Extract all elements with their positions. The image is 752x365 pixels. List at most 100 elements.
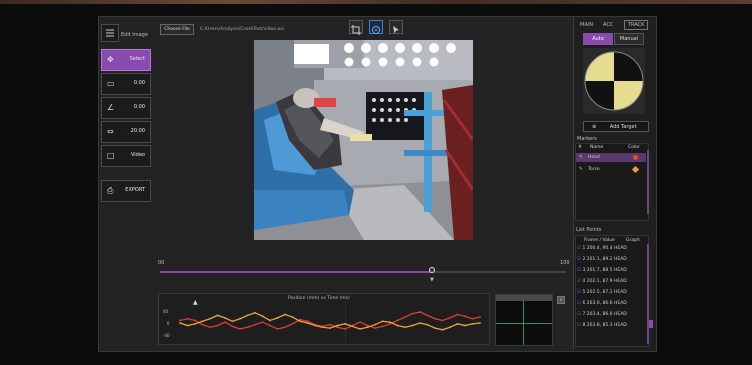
tab-acc[interactable]: ACC	[603, 22, 613, 28]
marker-color-swatch[interactable]	[633, 155, 638, 160]
graph-y-label-bottom: -40	[163, 333, 170, 338]
list-row-text: 5 202.5, 87.1 HEAD	[582, 290, 627, 295]
data-point	[261, 315, 264, 318]
data-point	[269, 319, 271, 322]
checkbox-icon[interactable]: ☑	[577, 279, 581, 284]
list-row[interactable]: ☑ 8 203.8, 85.3 HEAD	[577, 323, 645, 334]
data-point	[366, 326, 369, 329]
data-point	[464, 315, 466, 318]
list-row[interactable]: ☑ 3 201.7, 88.5 HEAD	[577, 268, 645, 279]
marker-color-swatch[interactable]	[631, 165, 640, 174]
ruler-icon: ▭	[107, 79, 115, 88]
data-point	[426, 314, 429, 317]
add-target-icon: ⊕	[592, 124, 597, 130]
marker-row[interactable]: ✎ Head	[576, 153, 646, 162]
checkbox-icon[interactable]: ☑	[577, 290, 581, 295]
data-point	[321, 326, 324, 329]
export-button[interactable]: ⎙ EXPORT	[101, 180, 151, 202]
list-row-text: 4 202.1, 87.9 HEAD	[582, 279, 627, 284]
data-point	[374, 327, 376, 329]
data-point	[441, 319, 444, 322]
checkbox-icon[interactable]: ☑	[577, 246, 581, 251]
data-point	[329, 327, 331, 329]
cursor-icon[interactable]	[389, 20, 403, 34]
timeline-track[interactable]	[160, 271, 566, 273]
frame-icon: □	[107, 151, 115, 160]
checkbox-icon[interactable]: ☑	[577, 323, 581, 328]
data-point	[194, 319, 196, 322]
tool-video-button[interactable]: □ Video	[101, 145, 151, 167]
markers-col-color: Color	[628, 145, 640, 150]
angle-icon: ∠	[107, 103, 115, 112]
scale-icon: ⇔	[107, 127, 114, 136]
data-point	[336, 324, 339, 327]
panel-toggle-button[interactable]	[101, 24, 119, 42]
checkbox-icon[interactable]: ☑	[577, 268, 581, 273]
target-icon[interactable]	[369, 20, 383, 34]
data-point	[479, 316, 481, 318]
target-preview	[583, 48, 645, 114]
data-point	[224, 321, 226, 324]
mode-auto-button[interactable]: Auto	[583, 33, 613, 45]
tool-angle-label: 0.00	[133, 104, 145, 110]
list-row[interactable]: ☑ 1 200.4, 90.4 HEAD	[577, 246, 645, 257]
file-path-text: C:/Users/Analysis/CrashTest/video.avi	[200, 27, 284, 32]
data-point	[426, 323, 429, 326]
mode-manual-button[interactable]: Manual	[614, 33, 644, 45]
data-point	[389, 321, 391, 324]
tab-track[interactable]: TRACK	[624, 20, 649, 30]
markers-col-index: #	[578, 145, 582, 150]
list-row[interactable]: ☑ 5 202.5, 87.1 HEAD	[577, 290, 645, 301]
tool-angle-button[interactable]: ∠ 0.00	[101, 97, 151, 119]
zoom-icon[interactable]: ⌕	[557, 296, 565, 304]
tool-scale-button[interactable]: ⇔ 20.00	[101, 121, 151, 143]
data-point	[194, 322, 196, 325]
data-point	[284, 326, 286, 329]
position-chart[interactable]	[176, 302, 484, 344]
checkbox-icon[interactable]: ☑	[577, 257, 581, 262]
data-point	[239, 328, 241, 330]
data-point	[449, 326, 451, 329]
choose-file-button[interactable]: Choose File	[160, 24, 194, 35]
data-point	[456, 322, 459, 325]
data-point	[449, 317, 451, 319]
data-point	[336, 326, 339, 329]
graph-y-label-mid: 0	[167, 321, 170, 326]
list-row[interactable]: ☑ 4 202.1, 87.9 HEAD	[577, 279, 645, 290]
tool-select-button[interactable]: ✥ Select	[101, 49, 151, 71]
list-row[interactable]: ☑ 2 201.1, 89.2 HEAD	[577, 257, 645, 268]
markers-scrollbar[interactable]	[647, 150, 649, 214]
checkbox-icon[interactable]: ☑	[577, 301, 581, 306]
tool-distance-button[interactable]: ▭ 0.00	[101, 73, 151, 95]
tool-select-label: Select	[129, 56, 145, 62]
tool-distance-label: 0.00	[133, 80, 145, 86]
data-point	[359, 321, 361, 324]
list-row[interactable]: ☑ 7 203.4, 86.0 HEAD	[577, 312, 645, 323]
data-point	[396, 319, 399, 322]
data-point	[419, 322, 421, 324]
add-target-label: Add Target	[609, 124, 637, 130]
list-row[interactable]: ☑ 6 203.0, 86.6 HEAD	[577, 301, 645, 312]
data-point	[471, 317, 474, 320]
data-point	[404, 326, 406, 329]
video-frame[interactable]	[254, 40, 473, 240]
data-point	[299, 320, 301, 323]
checkbox-icon[interactable]: ☑	[577, 312, 581, 317]
data-point	[351, 325, 354, 328]
data-point	[344, 328, 346, 330]
data-point	[201, 320, 204, 323]
data-point	[239, 317, 241, 320]
list-scroll-handle[interactable]	[649, 320, 653, 328]
data-point	[381, 325, 384, 328]
list-scrollbar[interactable]	[647, 244, 649, 344]
add-target-button[interactable]: ⊕ Add Target	[583, 121, 649, 132]
crop-icon[interactable]	[349, 20, 363, 35]
timeline-knob[interactable]	[429, 267, 436, 273]
data-point	[359, 328, 361, 330]
list-row-text: 2 201.1, 89.2 HEAD	[582, 257, 627, 262]
tab-main[interactable]: MAIN	[580, 22, 593, 28]
data-point	[269, 324, 271, 327]
timeline-start-label: 00	[158, 260, 165, 266]
data-point	[314, 324, 316, 327]
marker-row[interactable]: ✎ Torso	[576, 165, 646, 174]
